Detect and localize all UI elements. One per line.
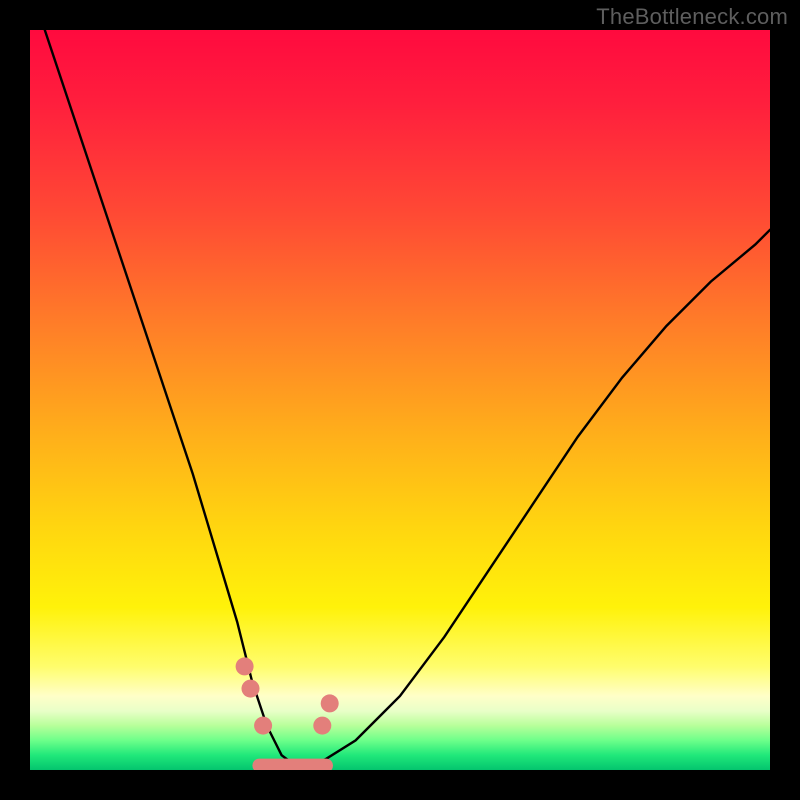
marker-dot (236, 657, 254, 675)
watermark-text: TheBottleneck.com (596, 4, 788, 30)
main-curve-path (45, 30, 770, 766)
marker-dot (254, 717, 272, 735)
chart-frame: TheBottleneck.com (0, 0, 800, 800)
marker-group (236, 657, 339, 734)
chart-svg (30, 30, 770, 770)
marker-dot (313, 717, 331, 735)
marker-dot (242, 680, 260, 698)
marker-dot (321, 694, 339, 712)
plot-area (30, 30, 770, 770)
